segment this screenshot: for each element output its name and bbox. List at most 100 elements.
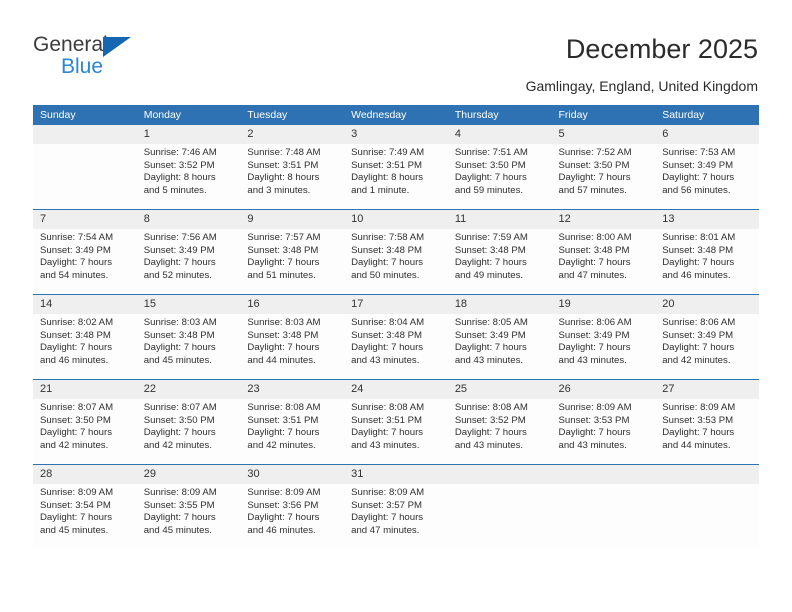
day-sun-info: Sunrise: 7:49 AM Sunset: 3:51 PM Daylight:… [344, 144, 448, 197]
day-sun-info: Sunrise: 8:03 AM Sunset: 3:48 PM Daylight:… [240, 314, 344, 367]
day-sun-info: Sunrise: 8:06 AM Sunset: 3:49 PM Daylight:… [552, 314, 656, 367]
day-info-line: Sunset: 3:50 PM [454, 159, 526, 171]
calendar-cell: 29 Sunrise: 8:09 AM Sunset: 3:55 PM Dayligh… [136, 464, 241, 549]
day-cell-20[interactable]: 20 Sunrise: 8:06 AM Sunset: 3:49 PM Dayligh… [655, 295, 759, 379]
day-info-line: Daylight: 7 hours [351, 427, 424, 439]
weekday-header-tuesday: Tuesday [240, 105, 345, 125]
date-number: 13 [655, 210, 759, 229]
logo-text-general: General [33, 33, 108, 56]
day-cell-2[interactable]: 2 Sunrise: 7:48 AM Sunset: 3:51 PM Daylight… [240, 125, 345, 209]
day-info-line: Sunrise: 7:56 AM [143, 232, 217, 243]
date-number: 15 [136, 295, 241, 314]
calendar-cell: 5 Sunrise: 7:52 AM Sunset: 3:50 PM Daylight… [551, 125, 656, 210]
day-cell-7[interactable]: 7 Sunrise: 7:54 AM Sunset: 3:49 PM Daylight… [33, 210, 137, 294]
day-info-line: and 42 minutes. [247, 439, 316, 451]
day-cell-4[interactable]: 4 Sunrise: 7:51 AM Sunset: 3:50 PM Daylight… [447, 125, 552, 209]
day-info-line: Sunrise: 7:51 AM [454, 147, 528, 158]
calendar-cell [447, 464, 552, 549]
calendar-cell [655, 464, 759, 549]
day-info-line: Sunset: 3:57 PM [351, 499, 423, 511]
day-info-line: and 47 minutes. [558, 269, 627, 281]
day-info-line: Daylight: 7 hours [662, 342, 735, 354]
day-info-line: and 42 minutes. [40, 439, 109, 451]
calendar-cell: 12 Sunrise: 8:00 AM Sunset: 3:48 PM Dayligh… [551, 209, 656, 295]
calendar-body: 1 Sunrise: 7:46 AM Sunset: 3:52 PM Daylight… [33, 125, 759, 549]
day-info-line: Sunset: 3:50 PM [143, 414, 215, 426]
day-cell-31[interactable]: 31 Sunrise: 8:09 AM Sunset: 3:57 PM Dayligh… [344, 465, 448, 549]
date-number: 3 [344, 125, 448, 144]
day-cell-5[interactable]: 5 Sunrise: 7:52 AM Sunset: 3:50 PM Daylight… [551, 125, 656, 209]
calendar-cell: 21 Sunrise: 8:07 AM Sunset: 3:50 PM Dayligh… [33, 379, 137, 465]
day-cell-12[interactable]: 12 Sunrise: 8:00 AM Sunset: 3:48 PM Dayligh… [551, 210, 656, 294]
sunrise-sunset-calendar: Sunday Monday Tuesday Wednesday Thursday Frid… [33, 105, 759, 549]
date-number: 29 [136, 465, 241, 484]
calendar-cell [33, 125, 137, 210]
day-cell-13[interactable]: 13 Sunrise: 8:01 AM Sunset: 3:48 PM Dayligh… [655, 210, 759, 294]
day-info-line: Daylight: 7 hours [40, 342, 112, 354]
day-info-line: Sunrise: 8:05 AM [454, 317, 528, 328]
page-header: General Blue December 2025 Gamlingay, En… [0, 0, 792, 100]
day-info-line: Daylight: 7 hours [558, 427, 631, 439]
calendar-cell: 20 Sunrise: 8:06 AM Sunset: 3:49 PM Dayligh… [655, 294, 759, 380]
day-cell-18[interactable]: 18 Sunrise: 8:05 AM Sunset: 3:49 PM Dayligh… [447, 295, 552, 379]
day-info-line: Sunrise: 8:09 AM [662, 402, 736, 413]
day-info-line: Sunrise: 8:01 AM [662, 232, 736, 243]
day-info-line: and 43 minutes. [351, 354, 420, 366]
day-cell-14[interactable]: 14 Sunrise: 8:02 AM Sunset: 3:48 PM Dayligh… [33, 295, 137, 379]
day-cell-25[interactable]: 25 Sunrise: 8:08 AM Sunset: 3:52 PM Dayligh… [447, 380, 552, 464]
day-info-line: Daylight: 7 hours [40, 257, 112, 269]
day-cell-16[interactable]: 16 Sunrise: 8:03 AM Sunset: 3:48 PM Dayligh… [240, 295, 345, 379]
generalblue-logo[interactable]: General Blue [33, 33, 203, 85]
day-sun-info: Sunrise: 8:09 AM Sunset: 3:53 PM Daylight:… [552, 399, 656, 452]
day-info-line: Daylight: 7 hours [454, 172, 527, 184]
day-sun-info: Sunrise: 8:02 AM Sunset: 3:48 PM Daylight:… [33, 314, 137, 367]
calendar-cell: 17 Sunrise: 8:04 AM Sunset: 3:48 PM Dayligh… [344, 294, 448, 380]
day-info-line: Daylight: 7 hours [143, 427, 216, 439]
day-cell-26[interactable]: 26 Sunrise: 8:09 AM Sunset: 3:53 PM Dayligh… [551, 380, 656, 464]
day-cell-19[interactable]: 19 Sunrise: 8:06 AM Sunset: 3:49 PM Dayligh… [551, 295, 656, 379]
day-cell-15[interactable]: 15 Sunrise: 8:03 AM Sunset: 3:48 PM Dayligh… [136, 295, 241, 379]
day-info-line: Daylight: 7 hours [351, 257, 424, 269]
day-cell-28[interactable]: 28 Sunrise: 8:09 AM Sunset: 3:54 PM Dayligh… [33, 465, 137, 549]
logo-triangle-icon [103, 37, 131, 57]
day-cell-30[interactable]: 30 Sunrise: 8:09 AM Sunset: 3:56 PM Dayligh… [240, 465, 345, 549]
day-cell-1[interactable]: 1 Sunrise: 7:46 AM Sunset: 3:52 PM Daylight… [136, 125, 241, 209]
day-info-line: Sunset: 3:48 PM [662, 244, 734, 256]
calendar-cell: 13 Sunrise: 8:01 AM Sunset: 3:48 PM Dayligh… [655, 209, 759, 295]
day-cell-empty [551, 465, 656, 549]
date-number: 28 [33, 465, 137, 484]
day-cell-11[interactable]: 11 Sunrise: 7:59 AM Sunset: 3:48 PM Dayligh… [447, 210, 552, 294]
date-number [33, 125, 137, 144]
day-cell-10[interactable]: 10 Sunrise: 7:58 AM Sunset: 3:48 PM Dayligh… [344, 210, 448, 294]
day-info-line: and 47 minutes. [351, 524, 420, 536]
day-info-line: Daylight: 7 hours [40, 427, 112, 439]
calendar-cell: 16 Sunrise: 8:03 AM Sunset: 3:48 PM Dayligh… [240, 294, 345, 380]
day-sun-info: Sunrise: 8:05 AM Sunset: 3:49 PM Daylight:… [448, 314, 552, 367]
day-cell-23[interactable]: 23 Sunrise: 8:08 AM Sunset: 3:51 PM Dayligh… [240, 380, 345, 464]
day-info-line: Sunrise: 8:09 AM [143, 487, 217, 498]
day-info-line: Sunset: 3:48 PM [143, 329, 215, 341]
weekday-header-saturday: Saturday [655, 105, 759, 125]
day-info-line: Daylight: 7 hours [558, 342, 631, 354]
day-cell-6[interactable]: 6 Sunrise: 7:53 AM Sunset: 3:49 PM Daylight… [655, 125, 759, 209]
day-info-line: and 42 minutes. [662, 354, 731, 366]
day-cell-9[interactable]: 9 Sunrise: 7:57 AM Sunset: 3:48 PM Daylight… [240, 210, 345, 294]
day-sun-info: Sunrise: 8:09 AM Sunset: 3:53 PM Daylight:… [655, 399, 759, 452]
calendar-cell: 28 Sunrise: 8:09 AM Sunset: 3:54 PM Dayligh… [33, 464, 137, 549]
day-info-line: Sunset: 3:48 PM [40, 329, 111, 341]
day-cell-8[interactable]: 8 Sunrise: 7:56 AM Sunset: 3:49 PM Daylight… [136, 210, 241, 294]
day-cell-29[interactable]: 29 Sunrise: 8:09 AM Sunset: 3:55 PM Dayligh… [136, 465, 241, 549]
day-cell-17[interactable]: 17 Sunrise: 8:04 AM Sunset: 3:48 PM Dayligh… [344, 295, 448, 379]
day-cell-21[interactable]: 21 Sunrise: 8:07 AM Sunset: 3:50 PM Dayligh… [33, 380, 137, 464]
day-info-line: Sunset: 3:48 PM [351, 244, 423, 256]
day-cell-3[interactable]: 3 Sunrise: 7:49 AM Sunset: 3:51 PM Daylight… [344, 125, 448, 209]
day-cell-22[interactable]: 22 Sunrise: 8:07 AM Sunset: 3:50 PM Dayligh… [136, 380, 241, 464]
date-number: 20 [655, 295, 759, 314]
day-sun-info: Sunrise: 7:54 AM Sunset: 3:49 PM Daylight:… [33, 229, 137, 282]
day-info-line: Sunset: 3:49 PM [662, 329, 734, 341]
day-cell-empty [655, 465, 759, 549]
day-sun-info: Sunrise: 8:01 AM Sunset: 3:48 PM Daylight:… [655, 229, 759, 282]
day-cell-24[interactable]: 24 Sunrise: 8:08 AM Sunset: 3:51 PM Dayligh… [344, 380, 448, 464]
day-cell-27[interactable]: 27 Sunrise: 8:09 AM Sunset: 3:53 PM Dayligh… [655, 380, 759, 464]
day-info-line: Sunrise: 8:08 AM [247, 402, 321, 413]
